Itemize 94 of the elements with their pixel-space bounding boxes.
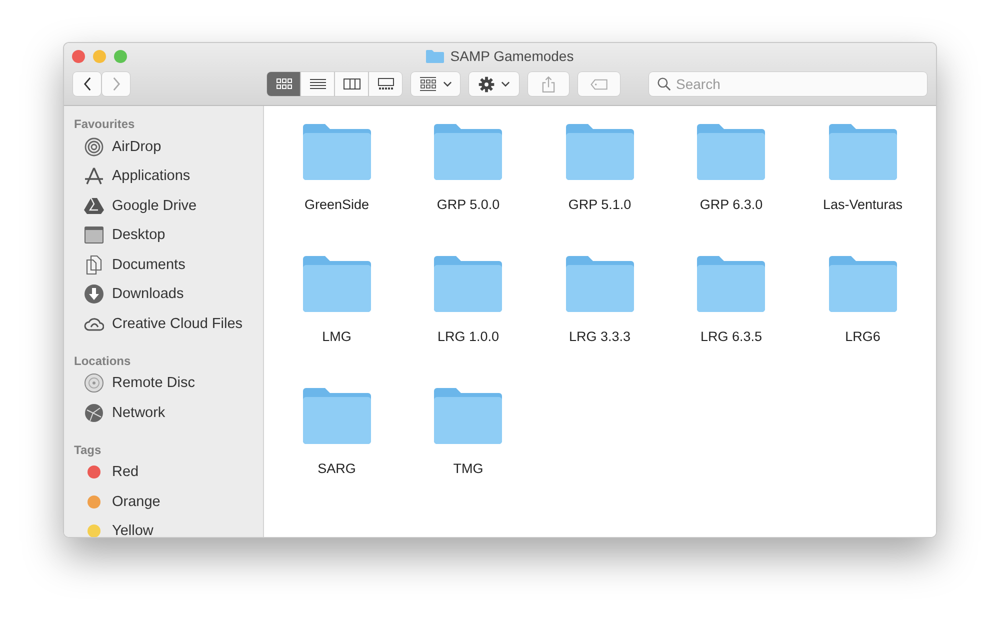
globe-icon bbox=[84, 402, 104, 423]
chevron-left-icon bbox=[82, 77, 92, 91]
sidebar-item[interactable]: Creative Cloud Files bbox=[74, 309, 263, 338]
gallery-view-button[interactable] bbox=[369, 72, 402, 96]
sidebar-label: Remote Disc bbox=[112, 375, 195, 392]
sidebar-label: Applications bbox=[112, 168, 190, 184]
sidebar-label: AirDrop bbox=[112, 138, 162, 155]
column-view-button[interactable] bbox=[335, 72, 368, 96]
back-button[interactable] bbox=[73, 72, 101, 96]
folder-item[interactable]: LRG 1.0.0 bbox=[402, 256, 534, 388]
sidebar-label: Network bbox=[112, 404, 166, 421]
search-field[interactable]: Search bbox=[649, 72, 927, 96]
folder-item[interactable]: TMG bbox=[402, 388, 534, 520]
sidebar-label: Yellow bbox=[112, 523, 154, 537]
gear-icon bbox=[478, 76, 495, 92]
folder-icon bbox=[426, 49, 444, 63]
folder-name: GreenSide bbox=[304, 197, 370, 212]
folder-item[interactable]: GRP 5.1.0 bbox=[534, 124, 666, 256]
documents-icon bbox=[84, 254, 104, 275]
sidebar-item[interactable]: Google Drive bbox=[74, 191, 263, 220]
chevron-down-icon bbox=[500, 81, 510, 87]
sidebar-item[interactable]: Red bbox=[74, 458, 263, 487]
folder-name: LMG bbox=[322, 329, 352, 344]
list-icon bbox=[308, 78, 326, 90]
download-icon bbox=[84, 284, 104, 304]
sidebar-label: Documents bbox=[112, 256, 186, 273]
folder-icon bbox=[566, 124, 634, 180]
sidebar-label: Orange bbox=[112, 494, 160, 510]
folder-icon bbox=[566, 256, 634, 312]
sidebar-item[interactable]: Documents bbox=[74, 250, 263, 280]
folder-name: LRG 3.3.3 bbox=[568, 329, 631, 344]
icon-view-button[interactable] bbox=[267, 72, 300, 96]
folder-item[interactable]: Las-Venturas bbox=[797, 124, 928, 256]
folder-name: LRG 6.3.5 bbox=[700, 329, 762, 344]
folder-icon bbox=[697, 124, 766, 180]
disc-icon bbox=[84, 373, 104, 394]
airdrop-icon bbox=[84, 136, 104, 157]
folder-item[interactable]: GRP 6.3.0 bbox=[666, 124, 797, 256]
sidebar-label: Google Drive bbox=[112, 198, 197, 214]
sidebar-item[interactable]: Desktop bbox=[74, 220, 263, 250]
list-view-button[interactable] bbox=[301, 72, 334, 96]
chevron-down-icon bbox=[443, 81, 452, 87]
sidebar-item[interactable]: Remote Disc bbox=[74, 368, 263, 398]
folder-icon bbox=[434, 388, 502, 444]
action-button[interactable] bbox=[469, 72, 519, 96]
sidebar-label: Red bbox=[112, 464, 139, 480]
applications-icon bbox=[84, 166, 104, 186]
folder-item[interactable]: LRG 6.3.5 bbox=[666, 256, 797, 388]
grid-icon bbox=[274, 78, 292, 90]
window-title: SAMP Gamemodes bbox=[450, 48, 574, 64]
folder-name: LRG6 bbox=[845, 329, 880, 344]
folder-item[interactable]: LRG6 bbox=[797, 256, 928, 388]
folder-item[interactable]: LRG 3.3.3 bbox=[534, 256, 666, 388]
folder-icon bbox=[697, 256, 766, 312]
sidebar-heading: Tags bbox=[74, 442, 102, 458]
desktop-icon bbox=[84, 225, 104, 246]
folder-item[interactable]: GRP 5.0.0 bbox=[402, 124, 534, 256]
sidebar-label: Desktop bbox=[112, 227, 166, 244]
sidebar-heading: Favourites bbox=[74, 116, 136, 132]
sidebar-item[interactable]: Network bbox=[74, 398, 263, 428]
arrange-button[interactable] bbox=[411, 72, 460, 96]
sidebar-item[interactable]: AirDrop bbox=[74, 132, 263, 162]
folder-item[interactable]: LMG bbox=[271, 256, 402, 388]
close-button[interactable] bbox=[72, 50, 85, 62]
folder-name: SARG bbox=[318, 461, 356, 476]
sidebar-label: Downloads bbox=[112, 286, 184, 302]
folder-name: GRP 6.3.0 bbox=[700, 197, 763, 212]
columns-icon bbox=[342, 78, 360, 90]
sidebar-item[interactable]: Yellow bbox=[74, 516, 263, 537]
folder-name: LRG 1.0.0 bbox=[437, 329, 500, 344]
folder-icon bbox=[828, 124, 897, 180]
folder-name: TMG bbox=[453, 461, 484, 476]
folder-icon bbox=[434, 124, 502, 180]
sidebar-item[interactable]: Orange bbox=[74, 487, 263, 516]
chevron-right-icon bbox=[112, 77, 120, 91]
drive-icon bbox=[84, 196, 104, 216]
folder-icon bbox=[828, 256, 897, 312]
folder-icon bbox=[302, 124, 371, 180]
sidebar-item[interactable]: Applications bbox=[74, 162, 263, 191]
sidebar-heading: Locations bbox=[74, 352, 132, 368]
gallery-icon bbox=[376, 78, 394, 90]
folder-name: Las-Venturas bbox=[822, 197, 903, 212]
folder-item[interactable]: GreenSide bbox=[271, 124, 402, 256]
share-icon bbox=[542, 76, 555, 92]
folder-name: GRP 5.0.0 bbox=[436, 197, 500, 212]
grid-icon bbox=[419, 77, 438, 91]
folder-icon bbox=[434, 256, 502, 312]
folder-icon bbox=[302, 388, 371, 444]
folder-icon bbox=[302, 256, 371, 312]
tag-icon bbox=[590, 78, 609, 90]
sidebar-item[interactable]: Downloads bbox=[74, 280, 263, 309]
sidebar-label: Creative Cloud Files bbox=[112, 316, 243, 332]
folder-name: GRP 5.1.0 bbox=[568, 197, 632, 212]
folder-item[interactable]: SARG bbox=[271, 388, 402, 520]
